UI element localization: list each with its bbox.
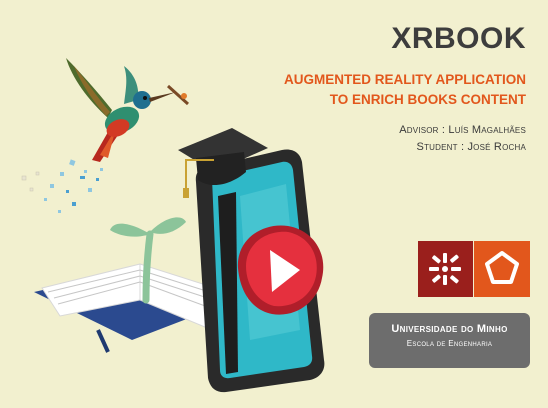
subtitle-line-2: TO ENRICH BOOKS CONTENT [329,92,526,107]
app-title: XRBOOK [391,22,526,55]
uminho-logo [418,241,473,297]
engineering-logo [474,241,530,297]
credits: Advisor : Luís Magalhães Student : José … [399,122,526,156]
uminho-logo-icon [429,253,461,285]
subtitle: AUGMENTED REALITY APPLICATION TO ENRICH … [284,70,526,110]
student-text: Student : José Rocha [416,141,526,153]
poster: XRBOOK AUGMENTED REALITY APPLICATION TO … [0,0,548,408]
school-name: Escola de Engenharia [406,339,493,348]
university-name: Universidade do Minho [391,323,508,335]
advisor-text: Advisor : Luís Magalhães [399,124,526,136]
engineering-pentagon-logo-icon [485,251,519,284]
play-button-icon [237,225,324,315]
university-box: Universidade do Minho Escola de Engenhar… [369,313,530,368]
subtitle-line-1: AUGMENTED REALITY APPLICATION [283,72,526,87]
hummingbird-illustration [21,58,190,213]
